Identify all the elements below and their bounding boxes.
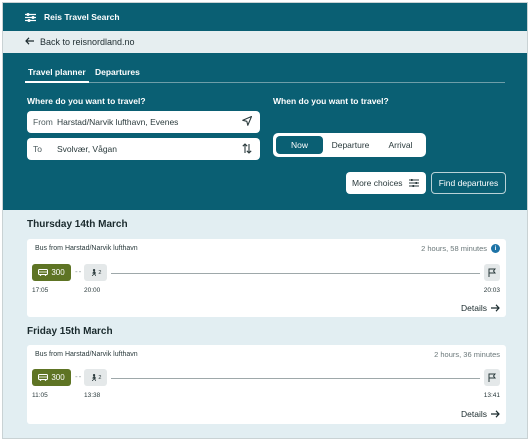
bus-line-number: 300 (51, 373, 65, 382)
departure-time: 11:05 (32, 392, 48, 399)
more-choices-label: More choices (352, 178, 403, 188)
planner-tabs: Travel planner Departures (25, 65, 505, 83)
to-value: Svolvær, Vågan (57, 144, 118, 154)
when-toggle: Now Departure Arrival (273, 133, 426, 157)
flag-icon (484, 369, 500, 386)
info-icon[interactable]: i (491, 244, 500, 253)
location-arrow-icon[interactable] (242, 115, 253, 128)
travel-planner-panel: Travel planner Departures Where do you w… (3, 53, 527, 210)
walk-icon: 🚶︎ (89, 269, 99, 277)
from-value: Harstad/Narvik lufthavn, Evenes (57, 117, 179, 127)
day-heading: Thursday 14th March (27, 219, 128, 230)
from-field[interactable]: From Harstad/Narvik lufthavn, Evenes (27, 111, 260, 133)
bus-line-badge: 300 (32, 369, 71, 386)
more-choices-button[interactable]: More choices (346, 172, 426, 194)
walk-time: 13:38 (84, 392, 101, 399)
app-frame: Reis Travel Search Back to reisnordland.… (2, 2, 528, 439)
connector-dashes: -- (75, 372, 83, 381)
when-option-arrival[interactable]: Arrival (378, 136, 423, 154)
swap-icon[interactable] (242, 143, 252, 156)
trip-duration: 2 hours, 58 minutes i (421, 244, 500, 253)
walk-icon: 🚶︎ (89, 374, 99, 382)
flag-icon (484, 264, 500, 281)
departure-time: 17:05 (32, 287, 49, 294)
details-button[interactable]: Details (461, 409, 500, 419)
arrow-left-icon (25, 36, 34, 48)
walk-minutes: 2 (98, 269, 102, 276)
timeline-line (111, 273, 480, 274)
details-label: Details (461, 409, 487, 419)
details-label: Details (461, 303, 487, 313)
trip-duration-text: 2 hours, 58 minutes (421, 244, 487, 253)
filter-icon (408, 179, 419, 187)
find-departures-button[interactable]: Find departures (431, 172, 506, 194)
arrival-time: 20:03 (483, 287, 500, 294)
timeline-line (111, 378, 480, 379)
bus-icon (38, 269, 49, 276)
back-link-label: Back to reisnordland.no (40, 37, 135, 47)
tab-departures[interactable]: Departures (95, 67, 140, 77)
back-link[interactable]: Back to reisnordland.no (3, 31, 527, 53)
trip-route: Bus from Harstad/Narvik lufthavn (35, 245, 138, 252)
tab-travel-planner[interactable]: Travel planner (25, 67, 89, 83)
arrow-right-icon (491, 410, 500, 418)
arrow-right-icon (491, 304, 500, 312)
arrival-time: 13:41 (483, 392, 500, 399)
bus-icon (38, 374, 49, 381)
when-option-departure[interactable]: Departure (323, 136, 378, 154)
sliders-icon (25, 12, 36, 22)
trip-card[interactable]: Bus from Harstad/Narvik lufthavn 2 hours… (27, 345, 506, 424)
day-heading: Friday 15th March (27, 326, 113, 337)
app-header: Reis Travel Search (3, 3, 527, 31)
to-field[interactable]: To Svolvær, Vågan (27, 138, 260, 160)
when-label: When do you want to travel? (273, 96, 389, 106)
walk-time: 20:00 (84, 287, 101, 294)
trip-duration-text: 2 hours, 36 minutes (434, 350, 500, 359)
when-option-now[interactable]: Now (276, 136, 323, 154)
to-label: To (33, 144, 42, 154)
app-title: Reis Travel Search (44, 12, 120, 22)
bus-line-number: 300 (51, 268, 65, 277)
trip-route: Bus from Harstad/Narvik lufthavn (35, 351, 138, 358)
walk-leg: 🚶︎ 2 (84, 369, 107, 386)
trip-duration: 2 hours, 36 minutes (434, 350, 500, 359)
bus-line-badge: 300 (32, 264, 71, 281)
details-button[interactable]: Details (461, 303, 500, 313)
walk-leg: 🚶︎ 2 (84, 264, 107, 281)
from-label: From (33, 117, 53, 127)
trip-card[interactable]: Bus from Harstad/Narvik lufthavn 2 hours… (27, 239, 506, 317)
walk-minutes: 2 (98, 374, 102, 381)
connector-dashes: -- (75, 267, 83, 276)
where-label: Where do you want to travel? (27, 96, 146, 106)
